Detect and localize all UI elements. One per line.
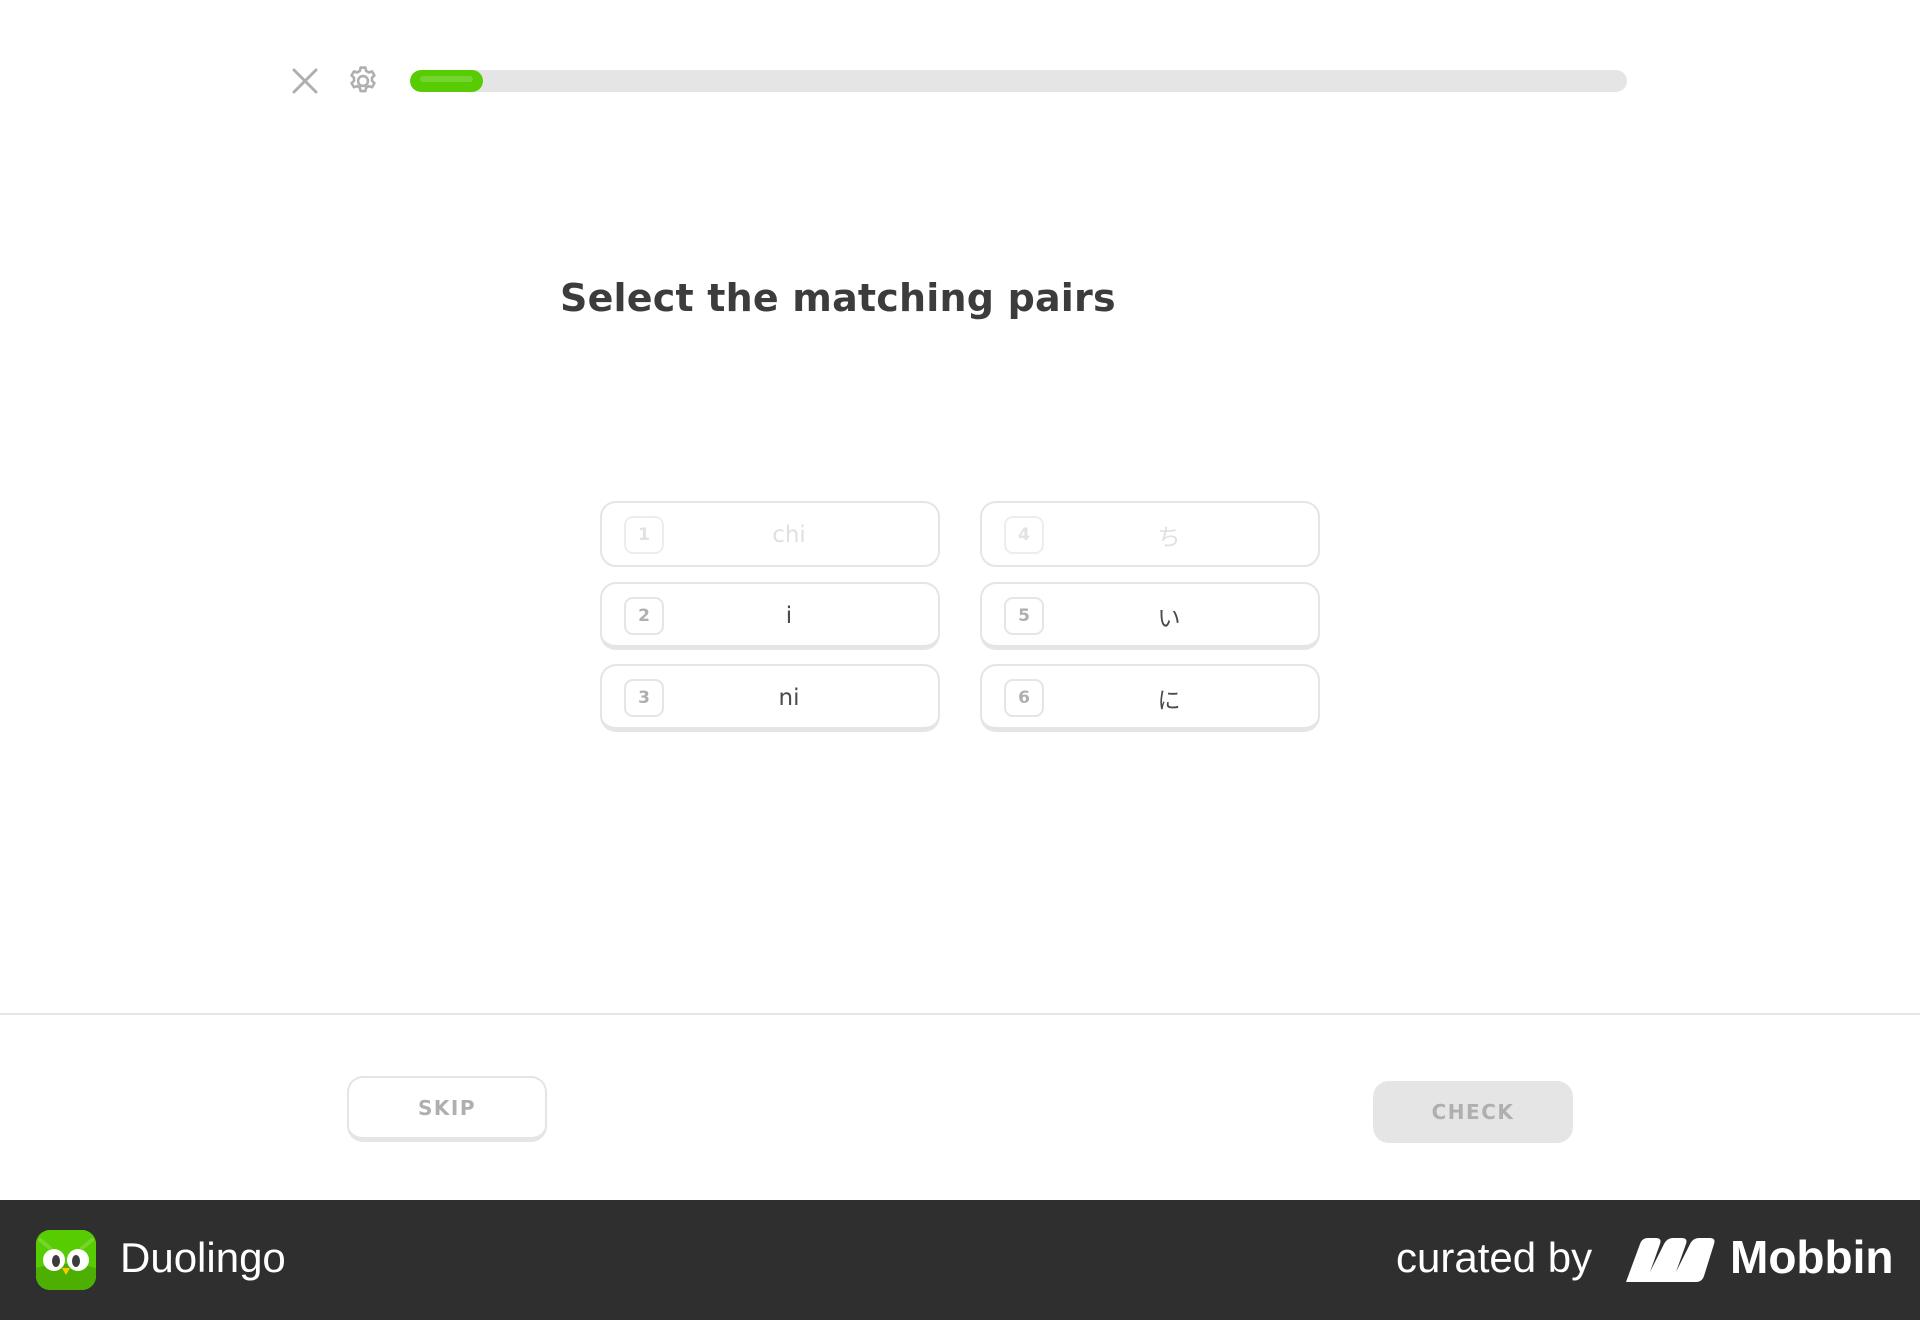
gear-icon	[350, 66, 376, 93]
close-button[interactable]	[288, 64, 322, 98]
tile-right-5[interactable]: 5 い	[980, 582, 1320, 650]
tile-left-2[interactable]: 2 i	[600, 582, 940, 650]
skip-button[interactable]: SKIP	[347, 1076, 547, 1142]
page-title: Select the matching pairs	[560, 276, 1116, 320]
tile-label: i	[785, 602, 793, 629]
mobbin-logo-icon	[1626, 1238, 1715, 1282]
curated-by-label: curated by	[1396, 1234, 1593, 1281]
tile-left-1[interactable]: 1 chi	[600, 501, 940, 567]
tile-label: に	[1157, 687, 1181, 714]
check-button[interactable]: CHECK	[1373, 1081, 1573, 1143]
app-name: Duolingo	[120, 1234, 286, 1281]
settings-button[interactable]	[346, 64, 380, 98]
lesson-progress-fill	[410, 70, 483, 92]
curator-name: Mobbin	[1730, 1231, 1894, 1283]
tile-label: chi	[772, 521, 806, 548]
close-icon	[292, 68, 318, 94]
tile-right-6[interactable]: 6 に	[980, 664, 1320, 732]
brand-bar: Duolingo curated by Mobbin	[0, 1200, 1920, 1320]
tile-label: ni	[778, 684, 800, 711]
lesson-progress-bar	[410, 70, 1627, 92]
lesson-progress-shine	[420, 76, 473, 82]
tile-right-4[interactable]: 4 ち	[980, 501, 1320, 567]
footer-divider	[0, 1013, 1920, 1015]
tile-label: い	[1157, 605, 1181, 632]
tile-left-3[interactable]: 3 ni	[600, 664, 940, 732]
tile-label: ち	[1157, 524, 1181, 551]
duolingo-owl-icon	[36, 1230, 96, 1290]
